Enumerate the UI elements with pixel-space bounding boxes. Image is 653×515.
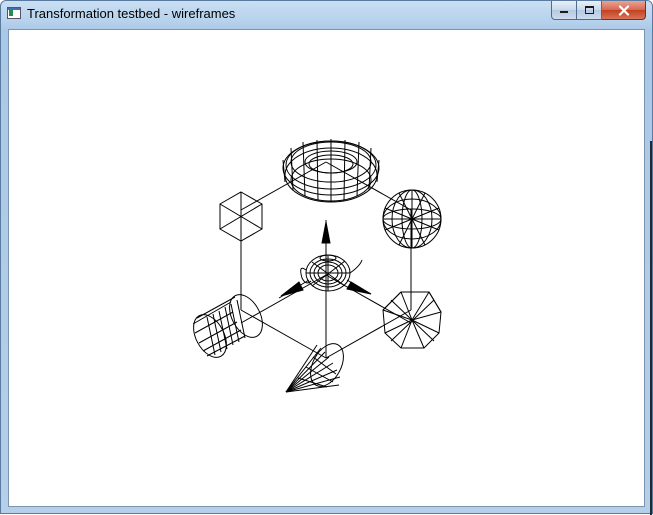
- app-window-icon[interactable]: [7, 7, 21, 19]
- window-edge-shadow: [650, 141, 652, 515]
- geodesic-sphere-shape: [382, 189, 442, 249]
- viewport-canvas[interactable]: [8, 29, 645, 507]
- title-bar[interactable]: Transformation testbed - wireframes: [1, 1, 652, 29]
- cone-shape: [285, 343, 344, 393]
- icosahedron-shape: [382, 291, 442, 349]
- wireframe-scene: [192, 139, 442, 393]
- close-icon: [618, 4, 629, 16]
- window-title: Transformation testbed - wireframes: [27, 6, 236, 21]
- close-button[interactable]: [602, 1, 646, 20]
- cube-frame: [240, 161, 412, 359]
- maximize-icon: [584, 6, 594, 14]
- hexagon-shape: [219, 191, 263, 242]
- application-window: Transformation testbed - wireframes: [0, 0, 653, 515]
- caption-buttons: [551, 1, 646, 21]
- maximize-button[interactable]: [577, 1, 602, 20]
- torus-shape: [282, 139, 380, 203]
- minimize-icon: [560, 11, 568, 13]
- minimize-button[interactable]: [551, 1, 577, 20]
- cylinder-shape: [192, 294, 263, 358]
